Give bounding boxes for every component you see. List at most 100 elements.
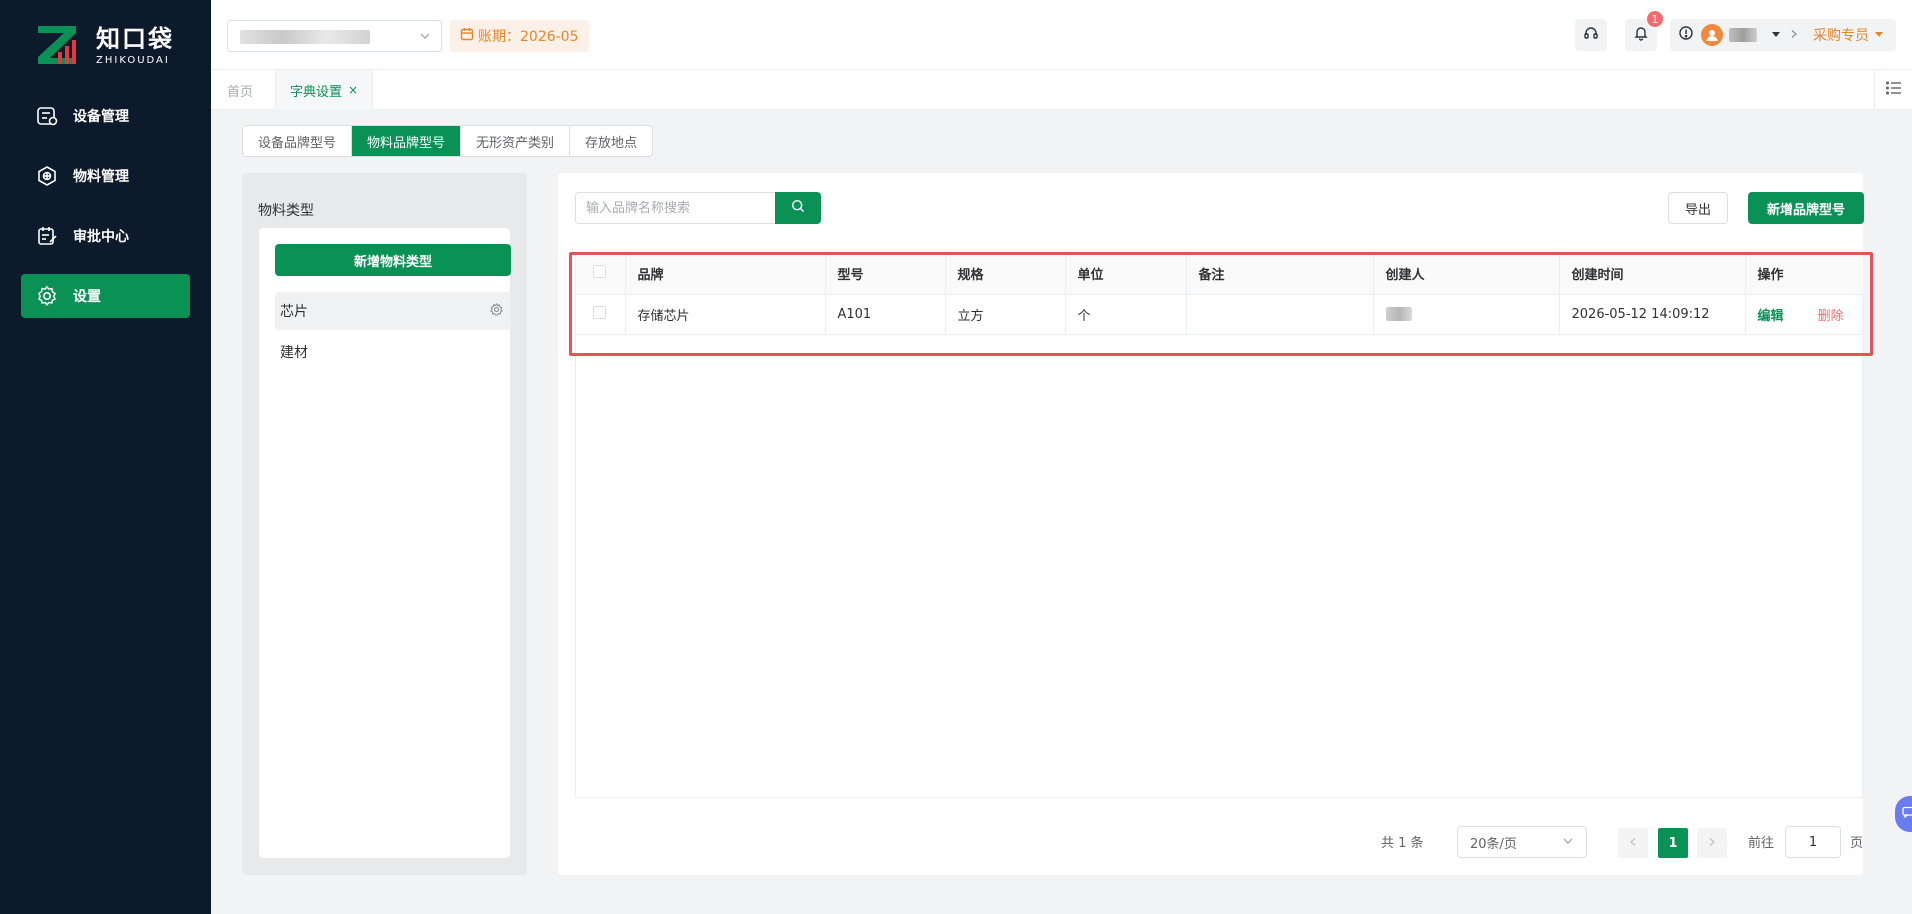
select-all-checkbox[interactable]: [593, 265, 606, 279]
chevron-down-icon: [1562, 835, 1574, 850]
sidebar-item-equipment[interactable]: 设备管理: [21, 94, 190, 138]
subtab-material-brand[interactable]: 物料品牌型号: [352, 126, 462, 156]
subtab-storage-location[interactable]: 存放地点: [570, 126, 652, 156]
column-header-created-at: 创建时间: [1559, 254, 1746, 295]
chat-icon: [1902, 806, 1912, 822]
company-select[interactable]: [227, 20, 442, 52]
tab-list-menu-button[interactable]: [1874, 70, 1912, 110]
user-name-redacted: [1729, 28, 1757, 42]
page-suffix-label: 页: [1850, 835, 1864, 851]
row-checkbox-cell: [576, 294, 626, 335]
approval-icon: [35, 224, 59, 248]
logo-mark-icon: [36, 24, 84, 66]
tab-label: 首页: [227, 84, 254, 100]
sidebar-item-label: 审批中心: [73, 229, 129, 245]
export-button[interactable]: 导出: [1668, 192, 1728, 224]
chevron-left-icon: [1628, 836, 1638, 851]
cell-remark: [1186, 294, 1374, 335]
delete-link[interactable]: 删除: [1818, 309, 1844, 324]
tab-dictionary-settings[interactable]: 字典设置 ×: [275, 70, 374, 110]
list-item[interactable]: 建材: [275, 333, 511, 371]
cell-actions: 编辑 删除: [1745, 294, 1863, 335]
category-label: 建材: [280, 345, 308, 361]
role-switcher[interactable]: 采购专员: [1813, 25, 1884, 45]
calendar-icon: [460, 27, 474, 45]
page-size-label: 20条/页: [1470, 836, 1517, 852]
cell-creator: [1373, 294, 1560, 335]
user-menu[interactable]: 采购专员: [1693, 19, 1896, 51]
avatar: [1701, 24, 1723, 46]
support-button[interactable]: [1575, 19, 1607, 51]
goto-label: 前往: [1748, 835, 1775, 851]
edit-link[interactable]: 编辑: [1758, 309, 1784, 324]
table-header-row: 品牌 型号 规格 单位 备注 创建人 创建时间 操作: [576, 254, 1863, 295]
billing-period-tag[interactable]: 账期：2026-05: [450, 20, 589, 52]
logo[interactable]: 知口袋 ZHIKOUDAI: [36, 24, 174, 66]
column-header-spec: 规格: [945, 254, 1066, 295]
list-item[interactable]: 芯片: [275, 292, 511, 330]
sidebar-item-label: 设置: [73, 289, 101, 305]
material-type-list: 新增物料类型 芯片 建材: [259, 228, 511, 858]
material-icon: [35, 164, 59, 188]
brand-search-input[interactable]: [575, 192, 775, 224]
add-material-type-button[interactable]: 新增物料类型: [275, 244, 511, 276]
logo-name-en: ZHIKOUDAI: [96, 54, 170, 66]
cell-unit: 个: [1065, 294, 1187, 335]
equipment-icon: [35, 104, 59, 128]
page-size-select[interactable]: 20条/页: [1457, 826, 1587, 858]
headset-icon: [1583, 25, 1599, 45]
caret-down-icon[interactable]: [1771, 27, 1781, 43]
list-icon: [1885, 81, 1902, 99]
pagination-total: 共 1 条: [1381, 835, 1424, 851]
search-button[interactable]: [775, 192, 821, 224]
gear-icon: [35, 284, 59, 308]
goto-page-input[interactable]: [1785, 826, 1841, 858]
gear-icon[interactable]: [490, 302, 503, 320]
chevron-right-icon: [1707, 836, 1717, 851]
floating-chat-button[interactable]: [1895, 796, 1912, 832]
sidebar-item-approval[interactable]: 审批中心: [21, 214, 190, 258]
column-header-creator: 创建人: [1373, 254, 1560, 295]
column-header-actions: 操作: [1745, 254, 1863, 295]
brand-model-panel: 导出 新增品牌型号 品牌 型号 规格 单位 备注 创建人 创建时间 操作: [558, 173, 1864, 875]
chevron-down-icon: [419, 30, 431, 45]
sidebar-item-label: 设备管理: [73, 109, 129, 125]
cell-spec: 立方: [945, 294, 1066, 335]
sidebar-item-material[interactable]: 物料管理: [21, 154, 190, 198]
company-name-redacted: [240, 30, 370, 44]
prev-page-button[interactable]: [1618, 828, 1648, 858]
subtab-intangible-assets[interactable]: 无形资产类别: [461, 126, 571, 156]
page-tab-bar: 首页 字典设置 ×: [211, 70, 1912, 110]
notification-badge: 1: [1647, 11, 1663, 27]
material-type-panel: 物料类型 新增物料类型 芯片 建材: [242, 173, 527, 875]
notifications-button[interactable]: 1: [1625, 11, 1663, 51]
caret-down-icon: [1874, 27, 1884, 43]
tab-label: 字典设置: [290, 84, 343, 100]
category-label: 芯片: [280, 304, 308, 320]
next-page-button[interactable]: [1697, 828, 1727, 858]
panel-title: 物料类型: [258, 203, 314, 219]
brand-model-table: 品牌 型号 规格 单位 备注 创建人 创建时间 操作 存储芯片 A101 立方 …: [575, 253, 1863, 798]
top-header: 账期：2026-05 1 采购专员: [211, 0, 1912, 70]
select-all-checkbox-cell: [576, 254, 626, 295]
page-number-button[interactable]: 1: [1658, 828, 1688, 858]
bell-icon: [1633, 25, 1649, 45]
cell-brand: 存储芯片: [625, 294, 826, 335]
sidebar-item-settings[interactable]: 设置: [21, 274, 190, 318]
chevron-right-icon: [1789, 27, 1799, 43]
billing-period-label: 账期：2026-05: [478, 29, 579, 45]
alert-circle-icon: [1678, 25, 1694, 45]
sidebar-nav: 设备管理 物料管理 审批中心 设置: [21, 94, 190, 334]
tab-home[interactable]: 首页: [227, 70, 253, 110]
add-brand-model-button[interactable]: 新增品牌型号: [1748, 192, 1864, 224]
sidebar-item-label: 物料管理: [73, 169, 129, 185]
close-icon[interactable]: ×: [348, 83, 358, 97]
search-icon: [791, 199, 805, 217]
row-checkbox[interactable]: [593, 305, 606, 319]
subtab-equipment-brand[interactable]: 设备品牌型号: [243, 126, 353, 156]
dictionary-subtabs: 设备品牌型号 物料品牌型号 无形资产类别 存放地点: [242, 125, 654, 157]
creator-name-redacted: [1385, 307, 1412, 321]
column-header-remark: 备注: [1186, 254, 1374, 295]
column-header-model: 型号: [825, 254, 946, 295]
cell-model: A101: [825, 294, 946, 335]
